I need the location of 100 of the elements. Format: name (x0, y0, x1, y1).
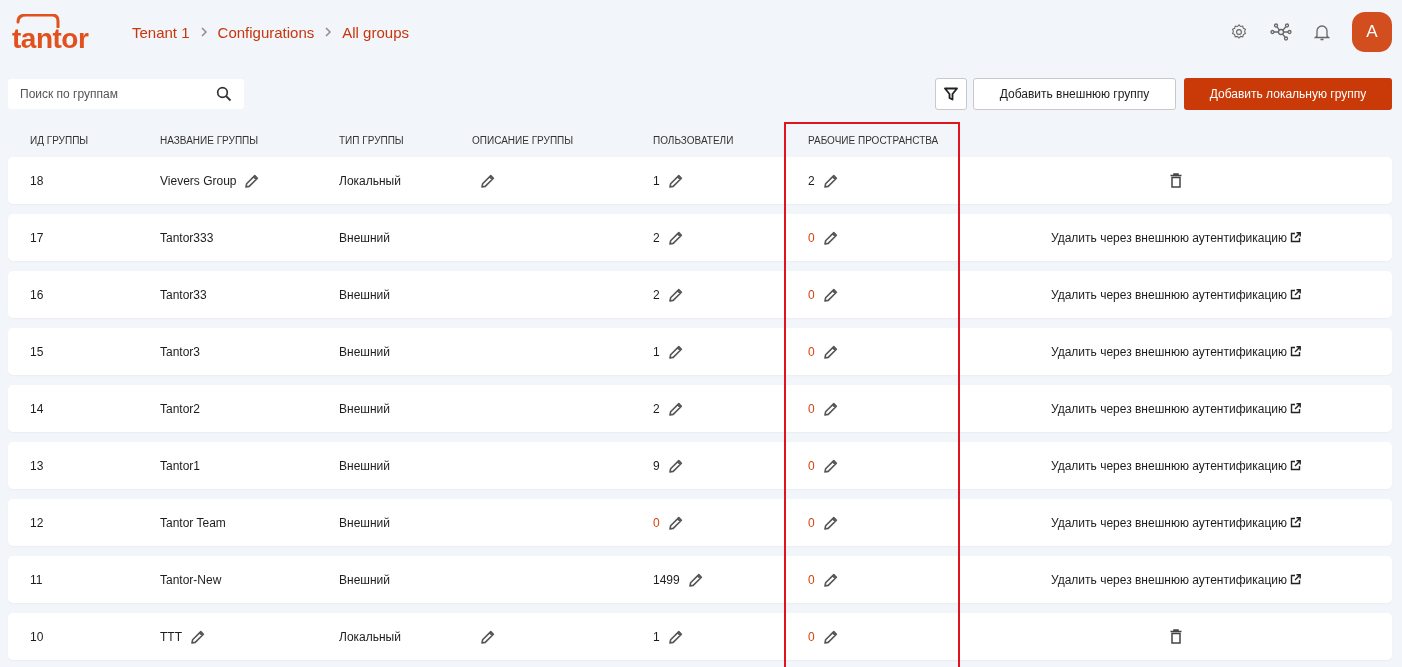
group-id: 17 (30, 230, 44, 245)
pencil-icon[interactable] (822, 286, 839, 303)
group-type: Внешний (339, 572, 390, 587)
add-external-group-button[interactable]: Добавить внешнюю группу (973, 78, 1176, 110)
user-count: 1 (653, 629, 660, 644)
filter-button[interactable] (935, 78, 967, 110)
pencil-icon[interactable] (244, 172, 261, 189)
group-id: 12 (30, 515, 44, 530)
pencil-icon[interactable] (687, 571, 704, 588)
external-link-icon (1290, 460, 1301, 471)
workspace-count: 0 (808, 629, 815, 644)
search-field[interactable]: Поиск по группам (8, 79, 244, 109)
group-id: 13 (30, 458, 44, 473)
external-link-icon (1290, 289, 1301, 300)
column-header: ОПИСАНИЕ ГРУППЫ (471, 135, 575, 146)
column-header: ТИП ГРУППЫ (338, 135, 405, 146)
group-type: Локальный (339, 173, 401, 188)
group-type: Внешний (339, 230, 390, 245)
pencil-icon[interactable] (667, 628, 684, 645)
pencil-icon[interactable] (822, 172, 839, 189)
workspace-count: 0 (808, 287, 815, 302)
filter-icon (944, 87, 958, 101)
group-id: 16 (30, 287, 44, 302)
workspace-count: 0 (808, 515, 815, 530)
external-delete-link[interactable]: Удалить через внешнюю аутентификацию (1051, 401, 1301, 416)
column-header: НАЗВАНИЕ ГРУППЫ (159, 135, 260, 146)
breadcrumb-link[interactable]: Tenant 1 (132, 23, 190, 41)
user-count: 1 (653, 173, 660, 188)
bell-icon[interactable] (1314, 23, 1330, 41)
user-count: 0 (653, 515, 660, 530)
chevron-right-icon (324, 26, 333, 38)
group-id: 15 (30, 344, 44, 359)
group-type: Внешний (339, 515, 390, 530)
external-delete-link[interactable]: Удалить через внешнюю аутентификацию (1051, 572, 1301, 587)
group-name: Vievers Group (160, 173, 237, 188)
pencil-icon[interactable] (822, 400, 839, 417)
breadcrumb-link[interactable]: Configurations (217, 23, 315, 41)
workspace-count: 0 (808, 344, 815, 359)
group-name: Tantor Team (160, 515, 226, 530)
pencil-icon[interactable] (667, 400, 684, 417)
workspace-count: 0 (808, 572, 815, 587)
network-icon[interactable] (1270, 23, 1292, 41)
column-header: РАБОЧИЕ ПРОСТРАНСТВА (807, 135, 940, 146)
user-count: 1499 (653, 572, 680, 587)
group-id: 11 (30, 572, 43, 587)
workspace-count: 0 (808, 458, 815, 473)
chevron-right-icon (199, 26, 208, 38)
settings-icon[interactable] (1230, 23, 1248, 41)
pencil-icon[interactable] (667, 343, 684, 360)
group-type: Локальный (339, 629, 401, 644)
pencil-icon[interactable] (667, 172, 684, 189)
external-delete-link[interactable]: Удалить через внешнюю аутентификацию (1051, 458, 1301, 473)
add-local-group-button[interactable]: Добавить локальную группу (1184, 78, 1392, 110)
user-avatar[interactable]: A (1352, 12, 1392, 52)
pencil-icon[interactable] (822, 457, 839, 474)
group-name: TTT (160, 629, 182, 644)
logo-bubble-icon (16, 14, 60, 28)
group-id: 14 (30, 401, 44, 416)
group-name: Tantor-New (160, 572, 222, 587)
breadcrumb-link[interactable]: All groups (342, 23, 409, 41)
pencil-icon[interactable] (822, 343, 839, 360)
group-type: Внешний (339, 287, 390, 302)
user-count: 9 (653, 458, 660, 473)
group-type: Внешний (339, 401, 390, 416)
group-name: Tantor33 (160, 287, 207, 302)
search-icon[interactable] (216, 86, 232, 102)
user-count: 2 (653, 401, 660, 416)
group-name: Tantor2 (160, 401, 201, 416)
group-type: Внешний (339, 458, 390, 473)
pencil-icon[interactable] (667, 457, 684, 474)
group-name: Tantor1 (160, 458, 201, 473)
column-header: ИД ГРУППЫ (29, 135, 90, 146)
pencil-icon[interactable] (190, 628, 206, 645)
pencil-icon[interactable] (822, 229, 839, 246)
group-name: Tantor3 (160, 344, 201, 359)
pencil-icon[interactable] (480, 628, 496, 645)
external-delete-link[interactable]: Удалить через внешнюю аутентификацию (1051, 287, 1301, 302)
external-link-icon (1290, 346, 1301, 357)
external-delete-link[interactable]: Удалить через внешнюю аутентификацию (1051, 230, 1301, 245)
workspace-count: 0 (808, 230, 815, 245)
group-type: Внешний (339, 344, 390, 359)
pencil-icon[interactable] (480, 172, 496, 189)
user-count: 2 (653, 287, 660, 302)
pencil-icon[interactable] (822, 514, 839, 531)
pencil-icon[interactable] (667, 286, 684, 303)
external-link-icon (1290, 574, 1301, 585)
pencil-icon[interactable] (667, 514, 684, 531)
trash-icon[interactable] (1170, 173, 1182, 188)
pencil-icon[interactable] (822, 628, 839, 645)
trash-icon[interactable] (1170, 629, 1182, 644)
pencil-icon[interactable] (822, 571, 839, 588)
group-id: 18 (30, 173, 44, 188)
user-count: 1 (653, 344, 660, 359)
external-delete-link[interactable]: Удалить через внешнюю аутентификацию (1051, 515, 1301, 530)
external-delete-link[interactable]: Удалить через внешнюю аутентификацию (1051, 344, 1301, 359)
external-link-icon (1290, 517, 1301, 528)
group-id: 10 (30, 629, 44, 644)
group-name: Tantor333 (160, 230, 214, 245)
logo-wordmark[interactable]: tantor (12, 28, 112, 50)
pencil-icon[interactable] (667, 229, 684, 246)
